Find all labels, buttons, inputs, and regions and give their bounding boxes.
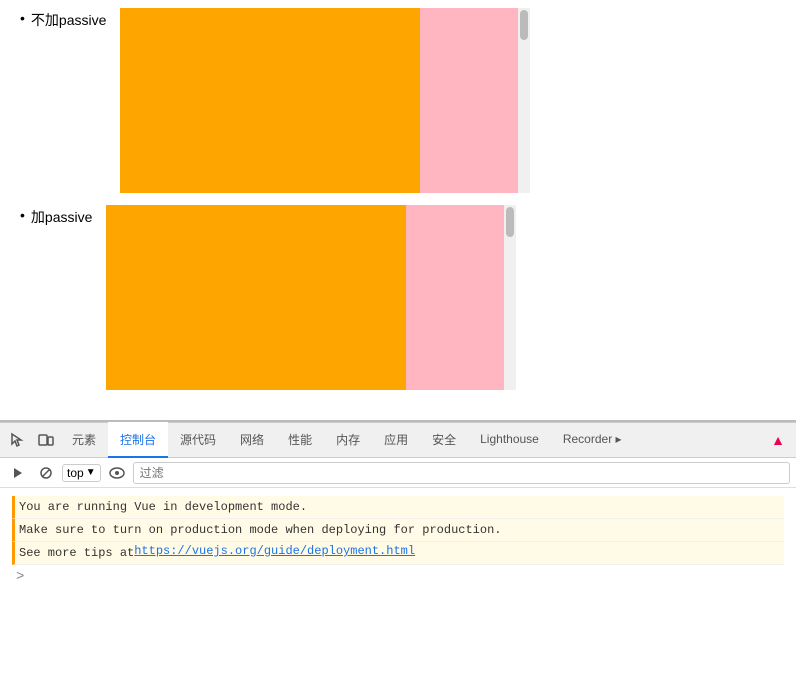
console-text-3-prefix: See more tips at [19, 544, 134, 562]
console-output: You are running Vue in development mode.… [0, 488, 796, 597]
clear-icon [39, 466, 53, 480]
context-dropdown-icon: ▼ [86, 467, 96, 478]
cursor-icon [10, 432, 26, 448]
context-selector[interactable]: top ▼ [62, 464, 101, 482]
filter-input[interactable] [133, 462, 790, 484]
tab-network[interactable]: 网络 [228, 422, 276, 458]
console-text-2: Make sure to turn on production mode whe… [19, 521, 501, 539]
tab-recorder[interactable]: Recorder ▸ [551, 422, 634, 458]
devtools: 元素 控制台 源代码 网络 性能 内存 应用 安全 Lighthouse Rec… [0, 420, 796, 597]
more-tools-btn[interactable]: ▲ [764, 426, 792, 454]
tab-source[interactable]: 源代码 [168, 422, 228, 458]
device-icon [38, 432, 54, 448]
console-link[interactable]: https://vuejs.org/guide/deployment.html [134, 544, 415, 558]
scrollbar-track-2 [504, 205, 516, 390]
list-item-2: • 加passive [0, 205, 796, 390]
live-expressions-btn[interactable] [105, 461, 129, 485]
device-toolbar-btn[interactable] [32, 426, 60, 454]
tab-console[interactable]: 控制台 [108, 422, 168, 458]
scroll-box-2[interactable] [106, 205, 516, 390]
console-toolbar: top ▼ [0, 458, 796, 488]
tab-security[interactable]: 安全 [420, 422, 468, 458]
webpage-content: • 不加passive • 加passive [0, 0, 796, 420]
console-line-1: You are running Vue in development mode. [12, 496, 784, 519]
tab-lighthouse[interactable]: Lighthouse [468, 422, 551, 458]
item-label-2: 加passive [31, 207, 92, 227]
bullet-1: • [20, 10, 25, 26]
scroll-box-1[interactable] [120, 8, 530, 193]
tab-elements[interactable]: 元素 [60, 422, 108, 458]
item-label-1: 不加passive [31, 10, 106, 30]
context-label: top [67, 466, 84, 480]
scrollbar-thumb-2 [506, 207, 514, 237]
tab-application[interactable]: 应用 [372, 422, 420, 458]
tab-memory[interactable]: 内存 [324, 422, 372, 458]
devtools-tabs-toolbar: 元素 控制台 源代码 网络 性能 内存 应用 安全 Lighthouse Rec… [0, 422, 796, 458]
console-line-3: See more tips at https://vuejs.org/guide… [12, 542, 784, 565]
orange-block-2 [106, 205, 406, 390]
clear-btn[interactable] [34, 461, 58, 485]
play-icon [11, 466, 25, 480]
devtools-tabs: 元素 控制台 源代码 网络 性能 内存 应用 安全 Lighthouse Rec… [60, 422, 634, 458]
eye-icon [109, 467, 125, 479]
run-btn[interactable] [6, 461, 30, 485]
console-prompt[interactable]: > [12, 565, 784, 589]
scrollbar-thumb-1 [520, 10, 528, 40]
scrollbar-track-1 [518, 8, 530, 193]
tab-performance[interactable]: 性能 [276, 422, 324, 458]
inspector-icon-btn[interactable] [4, 426, 32, 454]
bullet-2: • [20, 207, 25, 223]
console-text-1: You are running Vue in development mode. [19, 498, 307, 516]
console-line-2: Make sure to turn on production mode whe… [12, 519, 784, 542]
orange-block-1 [120, 8, 420, 193]
list-item-1: • 不加passive [0, 8, 796, 193]
